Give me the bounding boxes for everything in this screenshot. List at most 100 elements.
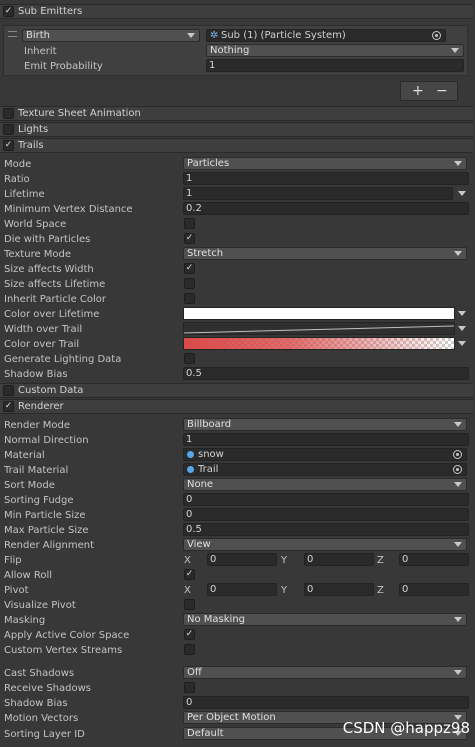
custom-vertex-streams-checkbox[interactable] [184, 644, 195, 655]
world-space-checkbox[interactable] [184, 218, 195, 229]
curve-dropdown-icon[interactable] [458, 326, 466, 331]
apply-color-space-checkbox[interactable] [184, 629, 195, 640]
property-label: Shadow Bias [4, 369, 68, 380]
max-particle-size-row: Max Particle Size 0.5 [0, 523, 475, 538]
trails-toggle[interactable] [3, 140, 14, 151]
inherit-color-checkbox[interactable] [184, 293, 195, 304]
material-icon [187, 466, 194, 473]
property-label: Sorting Layer ID [4, 729, 85, 740]
axis-x-label: X [184, 555, 191, 566]
flip-x-field[interactable]: 0 [207, 553, 277, 566]
min-particle-size-row: Min Particle Size 0 [0, 508, 475, 523]
section-sub-emitters[interactable]: Sub Emitters [0, 4, 473, 19]
trails-ratio-row: Ratio 1 [0, 172, 475, 187]
lights-toggle[interactable] [3, 124, 14, 135]
gradient-dropdown-icon[interactable] [458, 311, 466, 316]
max-particle-size-field[interactable]: 0.5 [183, 523, 469, 536]
renderer-toggle[interactable] [3, 401, 14, 412]
allow-roll-checkbox[interactable] [184, 569, 195, 580]
curve-dropdown-icon[interactable] [458, 191, 466, 196]
property-label: World Space [4, 219, 67, 230]
field-value: 1 [186, 434, 193, 445]
emit-probability-field[interactable]: 1 [206, 59, 464, 72]
flip-z-field[interactable]: 0 [399, 553, 469, 566]
sorting-fudge-field[interactable]: 0 [183, 493, 469, 506]
apply-color-space-row: Apply Active Color Space [0, 628, 475, 643]
sorting-fudge-row: Sorting Fudge 0 [0, 493, 475, 508]
section-custom-data[interactable]: Custom Data [0, 383, 473, 398]
trails-mode-dropdown[interactable]: Particles [183, 157, 467, 170]
field-value: 0.2 [186, 203, 202, 214]
shadow-bias-field[interactable]: 0.5 [183, 367, 469, 380]
section-title: Texture Sheet Animation [18, 108, 141, 119]
custom-data-toggle[interactable] [3, 385, 14, 396]
masking-dropdown[interactable]: No Masking [183, 613, 467, 626]
render-alignment-dropdown[interactable]: View [183, 538, 467, 551]
object-picker-icon[interactable] [453, 465, 462, 474]
axis-x-label: X [184, 585, 191, 596]
texture-mode-dropdown[interactable]: Stretch [183, 247, 467, 260]
material-field[interactable]: snow [183, 448, 467, 461]
trigger-dropdown[interactable]: Birth [22, 29, 200, 42]
object-picker-icon[interactable] [432, 31, 441, 40]
pivot-x-field[interactable]: 0 [207, 583, 277, 596]
drag-handle-icon[interactable] [8, 31, 17, 37]
min-particle-size-field[interactable]: 0 [183, 508, 469, 521]
sub-emitters-toggle[interactable] [3, 6, 14, 17]
receive-shadows-checkbox[interactable] [184, 682, 195, 693]
axis-y-label: Y [281, 585, 288, 596]
renderer-shadow-bias-field[interactable]: 0 [183, 696, 469, 709]
inherit-dropdown[interactable]: Nothing [206, 44, 464, 57]
texture-sheet-toggle[interactable] [3, 108, 14, 119]
section-trails[interactable]: Trails [0, 138, 473, 153]
cast-shadows-dropdown[interactable]: Off [183, 666, 467, 679]
remove-button[interactable]: − [436, 82, 448, 100]
width-trail-curve[interactable] [183, 322, 455, 335]
property-label: Visualize Pivot [4, 600, 76, 611]
field-value: 0 [186, 697, 193, 708]
trails-shadow-bias-row: Shadow Bias 0.5 [0, 367, 475, 382]
lifetime-field[interactable]: 1 [183, 187, 453, 200]
die-with-particles-checkbox[interactable] [184, 233, 195, 244]
property-label: Pivot [4, 585, 29, 596]
property-label: Min Particle Size [4, 510, 86, 521]
object-picker-icon[interactable] [453, 450, 462, 459]
section-texture-sheet[interactable]: Texture Sheet Animation [0, 106, 473, 121]
render-mode-dropdown[interactable]: Billboard [183, 418, 467, 431]
min-vertex-field[interactable]: 0.2 [183, 202, 469, 215]
normal-direction-field[interactable]: 1 [183, 433, 469, 446]
trails-world-space-row: World Space [0, 217, 475, 232]
gen-lighting-checkbox[interactable] [184, 353, 195, 364]
visualize-pivot-checkbox[interactable] [184, 599, 195, 610]
pivot-y-field[interactable]: 0 [304, 583, 374, 596]
property-label: Apply Active Color Space [4, 630, 130, 641]
size-lifetime-checkbox[interactable] [184, 278, 195, 289]
property-label: Sorting Fudge [4, 495, 74, 506]
field-value: 0 [210, 584, 217, 595]
trail-material-row: Trail Material Trail [0, 463, 475, 478]
property-label: Motion Vectors [4, 713, 79, 724]
property-label: Die with Particles [4, 234, 91, 245]
color-lifetime-gradient[interactable] [183, 307, 455, 320]
color-trail-gradient[interactable] [183, 337, 455, 350]
curve-line [184, 325, 454, 334]
property-label: Cast Shadows [4, 668, 75, 679]
property-label: Trail Material [4, 465, 69, 476]
size-width-checkbox[interactable] [184, 263, 195, 274]
sub-system-field[interactable]: ✲ Sub (1) (Particle System) [206, 29, 446, 42]
ratio-field[interactable]: 1 [183, 172, 469, 185]
trail-material-field[interactable]: Trail [183, 463, 467, 476]
property-label: Texture Mode [4, 249, 72, 260]
section-renderer[interactable]: Renderer [0, 399, 473, 414]
add-button[interactable]: + [412, 82, 424, 100]
property-label: Material [4, 450, 45, 461]
flip-y-field[interactable]: 0 [304, 553, 374, 566]
trails-texture-mode-row: Texture Mode Stretch [0, 247, 475, 262]
pivot-z-field[interactable]: 0 [399, 583, 469, 596]
gradient-dropdown-icon[interactable] [458, 341, 466, 346]
chevron-down-icon [454, 542, 462, 547]
trails-lifetime-row: Lifetime 1 [0, 187, 475, 202]
property-label: Color over Lifetime [4, 309, 100, 320]
sort-mode-dropdown[interactable]: None [183, 478, 467, 491]
section-lights[interactable]: Lights [0, 122, 473, 137]
